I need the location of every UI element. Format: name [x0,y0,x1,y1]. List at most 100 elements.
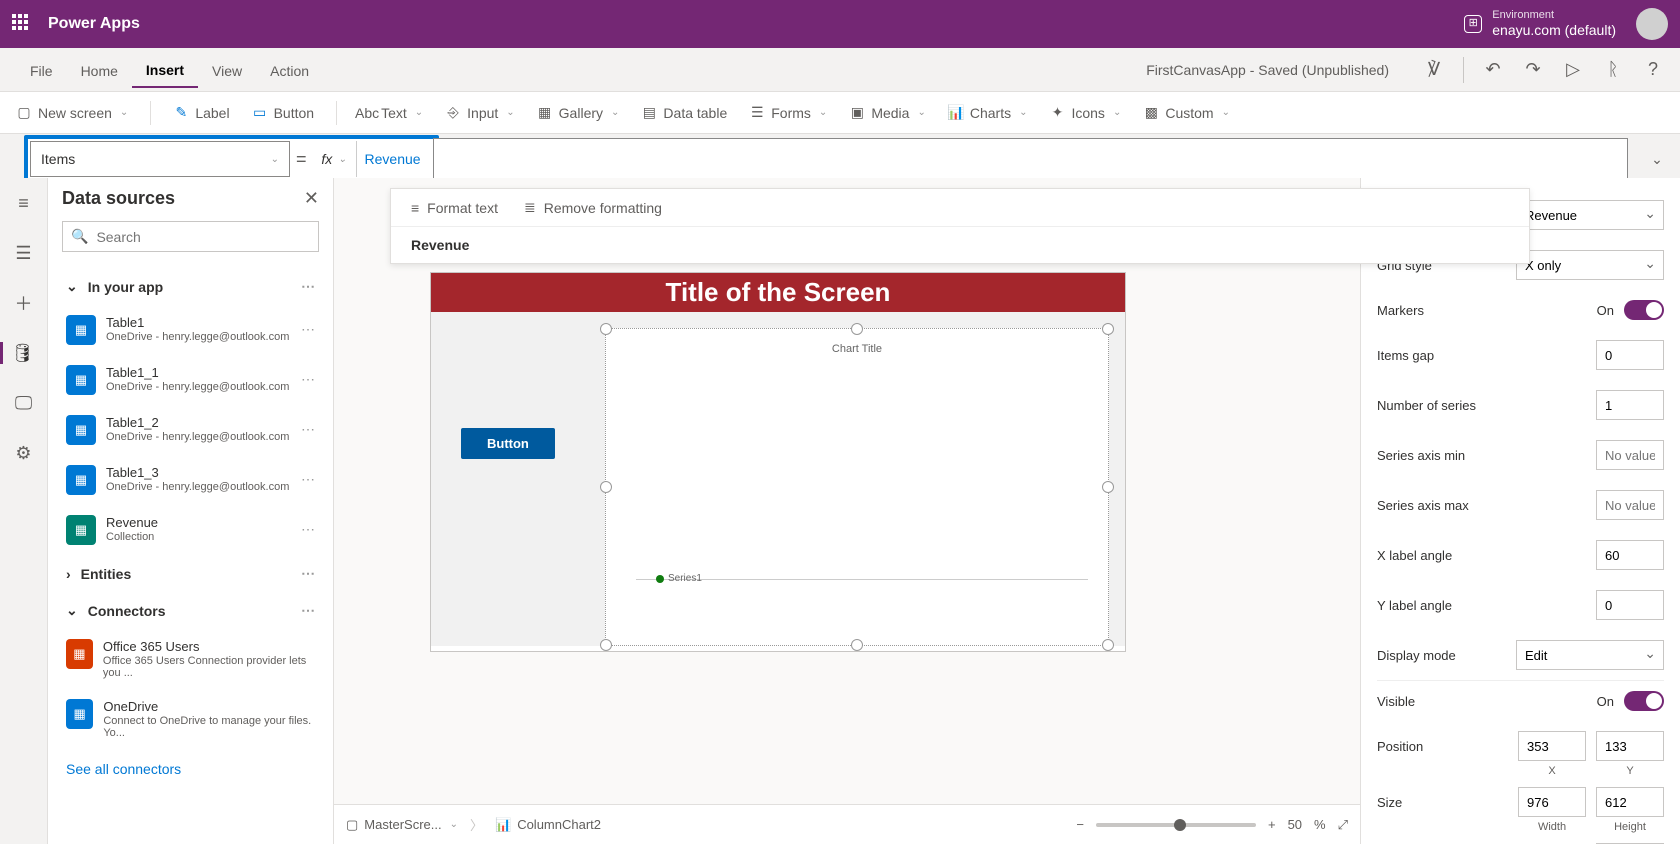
zoom-value: 50 [1288,817,1302,832]
datasource-item[interactable]: ▦ Table1_1OneDrive - henry.legge@outlook… [62,355,319,405]
app-checker-icon[interactable]: ℣ [1423,59,1445,81]
more-icon[interactable]: ⋯ [301,315,315,338]
avatar[interactable] [1636,8,1668,40]
waffle-icon[interactable] [12,14,32,34]
resize-handle[interactable] [1102,639,1114,651]
ribbon-icons[interactable]: ✦Icons⌄ [1049,105,1121,121]
more-icon[interactable]: ⋯ [301,515,315,538]
search-input[interactable] [96,229,310,245]
prop-yangle-value[interactable] [1596,590,1664,620]
resize-handle[interactable] [851,323,863,335]
more-icon[interactable]: ⋯ [301,278,315,295]
more-icon[interactable]: ⋯ [301,602,315,619]
ribbon-button[interactable]: ▭Button [252,105,314,121]
menu-action[interactable]: Action [256,53,323,87]
formula-suggestion[interactable]: Revenue [391,227,1529,263]
search-box[interactable]: 🔍 [62,221,319,252]
prop-axismin-value[interactable] [1596,440,1664,470]
zoom-slider[interactable] [1096,823,1256,827]
prop-numseries-value[interactable] [1596,390,1664,420]
resize-handle[interactable] [1102,323,1114,335]
menu-view[interactable]: View [198,53,256,87]
prop-size-w[interactable] [1518,787,1586,817]
ribbon-text[interactable]: AbcText⌄ [359,105,423,121]
remove-formatting-button[interactable]: ≣Remove formatting [524,199,662,216]
connector-item[interactable]: ▦ OneDriveConnect to OneDrive to manage … [62,689,319,749]
ribbon-gallery[interactable]: ▦Gallery⌄ [537,105,620,121]
zoom-out-icon[interactable]: − [1076,817,1084,832]
prop-itemsgap-value[interactable] [1596,340,1664,370]
hamburger-icon[interactable]: ≡ [13,192,35,214]
resize-handle[interactable] [851,639,863,651]
connector-item[interactable]: ▦ Office 365 UsersOffice 365 Users Conne… [62,629,319,689]
datasource-sub: OneDrive - henry.legge@outlook.com [106,331,289,343]
prop-position-y[interactable] [1596,731,1664,761]
prop-position-x[interactable] [1518,731,1586,761]
prop-size-h[interactable] [1596,787,1664,817]
format-text-button[interactable]: ≡Format text [411,199,498,216]
more-icon[interactable]: ⋯ [301,465,315,488]
undo-icon[interactable]: ↶ [1482,59,1504,81]
property-selector[interactable]: Items ⌄ [30,141,290,177]
markers-toggle[interactable] [1624,300,1664,320]
datasource-item[interactable]: ▦ Table1OneDrive - henry.legge@outlook.c… [62,305,319,355]
icons-icon: ✦ [1049,105,1065,121]
datasource-item[interactable]: ▦ RevenueCollection ⋯ [62,505,319,555]
redo-icon[interactable]: ↷ [1522,59,1544,81]
datasource-item[interactable]: ▦ Table1_3OneDrive - henry.legge@outlook… [62,455,319,505]
prop-axismax-value[interactable] [1596,490,1664,520]
section-entities[interactable]: ›Entities⋯ [62,555,319,592]
prop-xangle-value[interactable] [1596,540,1664,570]
ribbon-datatable[interactable]: ▤Data table [641,105,727,121]
ribbon-media[interactable]: ▣Media⌄ [849,105,926,121]
tree-view-icon[interactable]: ☰ [13,242,35,264]
see-all-connectors-link[interactable]: See all connectors [62,749,319,789]
fx-button[interactable]: fx⌄ [313,141,357,177]
ribbon-custom[interactable]: ▩Custom⌄ [1143,105,1230,121]
datasource-item[interactable]: ▦ Table1_2OneDrive - henry.legge@outlook… [62,405,319,455]
property-highlight: Items ⌄ = fx⌄ Revenue [24,135,439,183]
formula-input[interactable]: Revenue [433,138,1628,180]
ribbon-forms[interactable]: ☰Forms⌄ [749,105,827,121]
share-icon[interactable]: ᚱ [1602,59,1624,81]
help-icon[interactable]: ? [1642,59,1664,81]
ribbon-new-screen[interactable]: ▢New screen⌄ [16,105,128,121]
resize-handle[interactable] [1102,481,1114,493]
more-icon[interactable]: ⋯ [301,415,315,438]
data-icon[interactable]: 🛢 [0,342,47,364]
crumb-screen[interactable]: ▢MasterScre...⌄ [346,817,458,833]
resize-handle[interactable] [600,481,612,493]
environment-picker[interactable]: ⊞ Environment enayu.com (default) [1464,9,1616,39]
visible-toggle[interactable] [1624,691,1664,711]
chart-selection[interactable]: Chart Title Series1 [605,328,1109,646]
equals-sign: = [290,149,313,170]
formula-expand-icon[interactable]: ⌄ [1646,151,1668,168]
menu-home[interactable]: Home [67,53,132,87]
crumb-control[interactable]: 📊ColumnChart2 [495,817,601,833]
advanced-tools-icon[interactable]: ⚙ [13,442,35,464]
resize-handle[interactable] [600,323,612,335]
ribbon-input[interactable]: ⎆Input⌄ [445,105,515,121]
add-icon[interactable]: ＋ [13,292,35,314]
ribbon-label[interactable]: ✎Label [173,105,229,121]
ribbon-charts[interactable]: 📊Charts⌄ [948,105,1028,121]
more-icon[interactable]: ⋯ [301,365,315,388]
section-connectors[interactable]: ⌄Connectors⋯ [62,592,319,629]
prop-items-value[interactable] [1516,200,1664,230]
zoom-in-icon[interactable]: + [1268,817,1276,832]
media-rail-icon[interactable]: 🖵 [13,392,35,414]
prop-gridstyle-value[interactable] [1516,250,1664,280]
canvas-button[interactable]: Button [461,428,555,459]
play-icon[interactable]: ▷ [1562,59,1584,81]
canvas-area[interactable]: Title of the Screen Button Chart Title S… [334,178,1360,844]
section-in-your-app[interactable]: ⌄In your app⋯ [62,268,319,305]
prop-displaymode-value[interactable] [1516,640,1664,670]
datasource-sub: OneDrive - henry.legge@outlook.com [106,381,289,393]
menu-insert[interactable]: Insert [132,52,198,88]
more-icon[interactable]: ⋯ [301,565,315,582]
close-icon[interactable]: ✕ [304,188,319,209]
fit-screen-icon[interactable]: ⤢ [1338,817,1348,833]
resize-handle[interactable] [600,639,612,651]
remove-format-icon: ≣ [524,199,536,216]
menu-file[interactable]: File [16,53,67,87]
